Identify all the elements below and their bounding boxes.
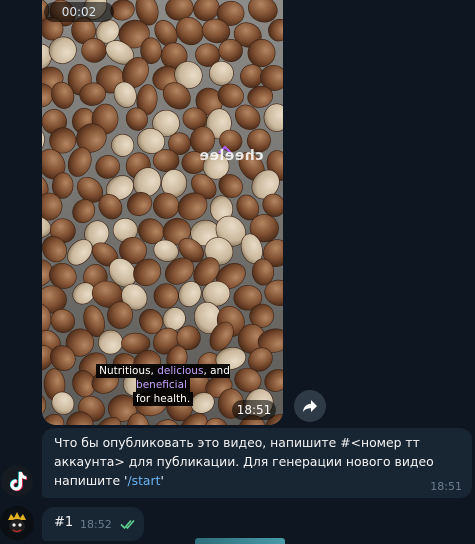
caption-text: , and xyxy=(203,365,230,377)
command-link[interactable]: /start xyxy=(127,473,160,488)
video-caption: Nutritious, delicious, and beneficial fo… xyxy=(79,364,247,406)
caption-line-1: Nutritious, delicious, and beneficial xyxy=(96,364,230,392)
caption-highlight: beneficial xyxy=(136,379,187,391)
message-text: ' xyxy=(160,473,164,488)
user-avatar[interactable] xyxy=(0,506,34,540)
caption-highlight: delicious xyxy=(157,365,204,377)
tiktok-logo-icon xyxy=(1,465,33,497)
bot-message-time: 18:51 xyxy=(430,480,462,493)
video-duration-badge: 00:02 xyxy=(44,2,114,22)
video-message[interactable]: cheelee xyxy=(42,0,283,425)
outgoing-message-time: 18:52 xyxy=(80,518,112,531)
double-check-icon xyxy=(120,519,135,530)
bot-message-bubble: Что бы опубликовать это видео, напишите … xyxy=(42,428,472,498)
avatar-image xyxy=(0,506,34,540)
hazelnut xyxy=(152,149,180,172)
forward-button[interactable] xyxy=(294,390,326,422)
forward-arrow-icon xyxy=(303,400,317,412)
bot-avatar[interactable] xyxy=(1,465,33,497)
bot-message-text: Что бы опубликовать это видео, напишите … xyxy=(54,433,464,490)
outgoing-message-text: #1 xyxy=(54,515,74,530)
partially-visible-element xyxy=(195,538,285,544)
outgoing-message-bubble: #1 18:52 xyxy=(42,507,144,541)
video-message-time: 18:51 xyxy=(232,400,276,420)
watermark: cheelee xyxy=(199,148,264,164)
video-frame xyxy=(42,0,283,425)
hazelnut xyxy=(98,329,123,355)
caption-text: Nutritious, xyxy=(99,365,158,377)
caption-line-2: for health. xyxy=(132,392,194,406)
message-text: Что бы опубликовать это видео, напишите … xyxy=(54,435,434,488)
